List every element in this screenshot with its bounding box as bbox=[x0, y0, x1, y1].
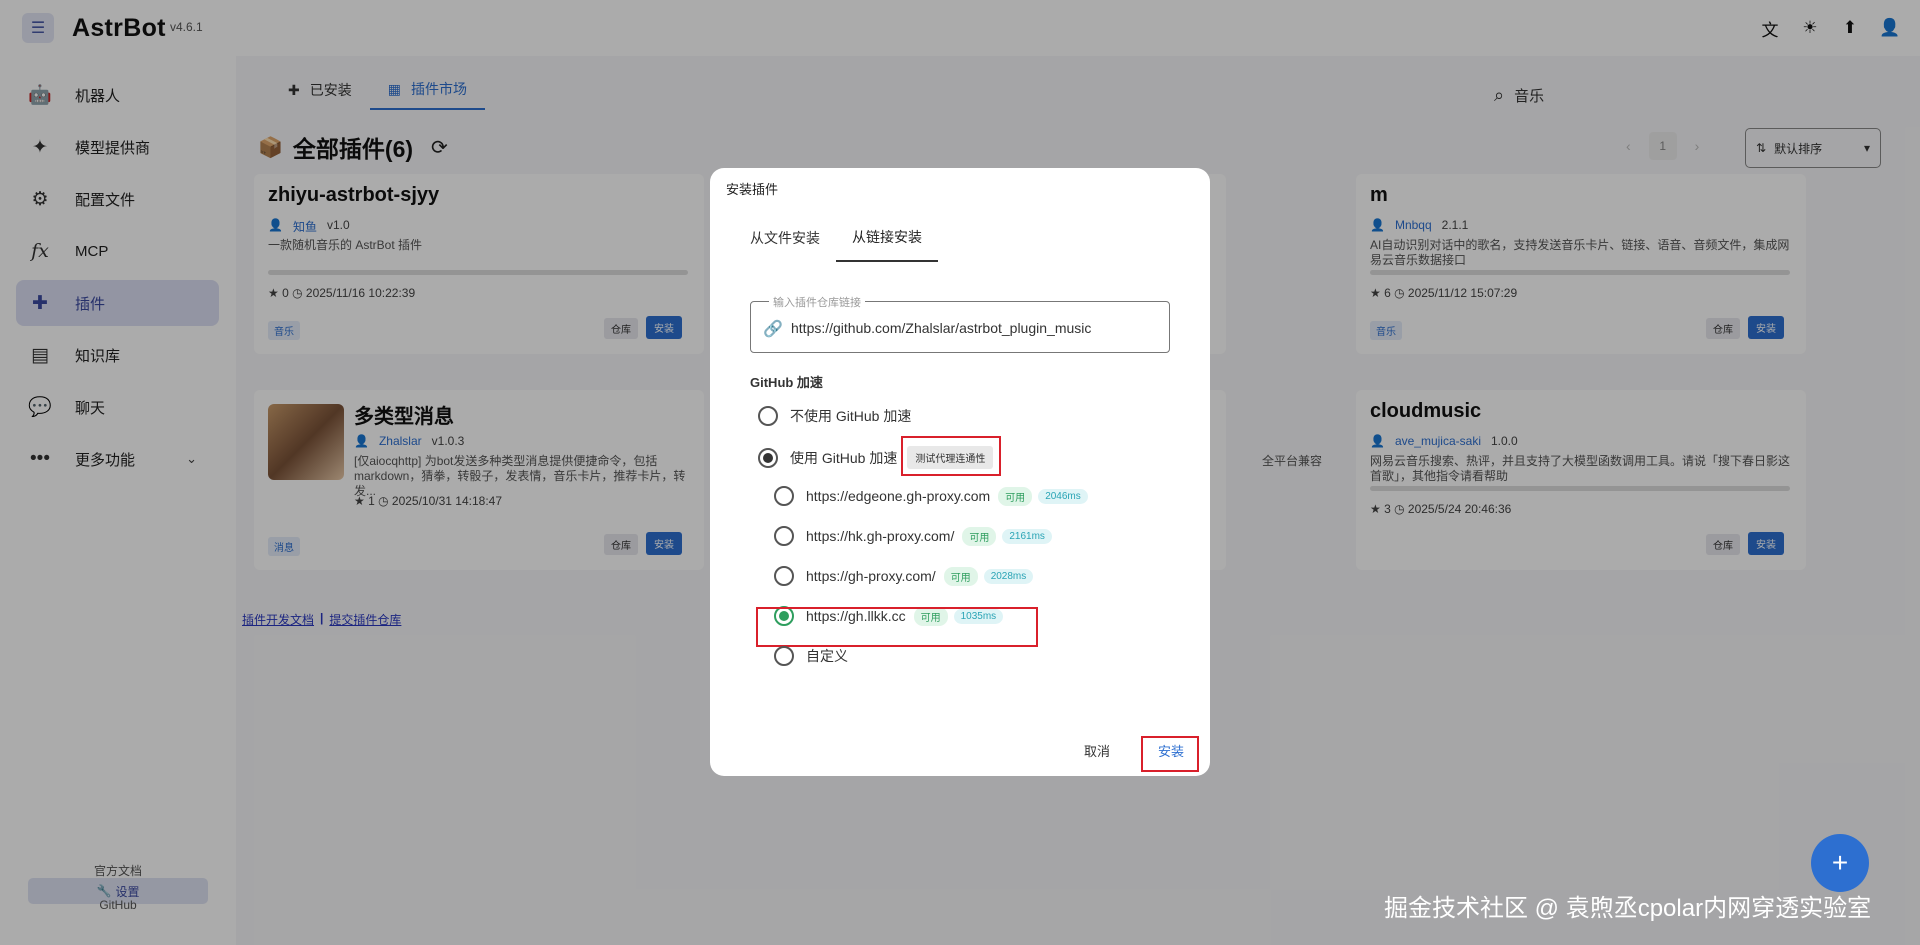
radio-circle[interactable] bbox=[758, 447, 778, 468]
radio-circle[interactable] bbox=[774, 566, 794, 586]
tab-from-link[interactable]: 从链接安装 bbox=[836, 214, 938, 262]
proxy-url: https://hk.gh-proxy.com/ bbox=[806, 528, 955, 544]
install-dialog: 安装插件 从文件安装 从链接安装 输入插件仓库链接 🔗 GitHub 加速 不使… bbox=[710, 168, 1210, 776]
radio-no-accel[interactable]: 不使用 GitHub 加速 bbox=[758, 406, 911, 426]
radio-proxy-option[interactable]: https://hk.gh-proxy.com/ 可用 2161ms bbox=[774, 526, 1052, 546]
highlight-box bbox=[756, 607, 1038, 647]
status-chip: 可用 bbox=[998, 486, 1033, 506]
proxy-url: https://gh-proxy.com/ bbox=[806, 568, 936, 584]
radio-circle[interactable] bbox=[758, 406, 778, 426]
status-chip: 可用 bbox=[943, 566, 978, 586]
github-accel-label: GitHub 加速 bbox=[750, 375, 823, 390]
dialog-title: 安装插件 bbox=[726, 182, 779, 197]
link-icon: 🔗 bbox=[763, 321, 783, 338]
radio-label: 使用 GitHub 加速 bbox=[790, 449, 898, 466]
radio-circle[interactable] bbox=[774, 486, 794, 506]
radio-label: 自定义 bbox=[806, 648, 848, 664]
dialog-tabs: 从文件安装 从链接安装 bbox=[734, 214, 938, 262]
add-fab-button[interactable]: + bbox=[1811, 834, 1869, 892]
radio-circle[interactable] bbox=[774, 526, 794, 546]
latency-chip: 2046ms bbox=[1038, 488, 1088, 504]
radio-custom[interactable]: 自定义 bbox=[774, 646, 848, 666]
radio-proxy-option[interactable]: https://edgeone.gh-proxy.com 可用 2046ms bbox=[774, 486, 1088, 506]
repo-url-label: 输入插件仓库链接 bbox=[769, 294, 865, 310]
highlight-box bbox=[1141, 736, 1199, 772]
app-root: ☰ AstrBot v4.6.1 文 ☀ ⬆ 👤 🤖 机器人 ✦ 模型提供商 ⚙ 配置… bbox=[0, 0, 1920, 945]
highlight-box bbox=[901, 436, 1001, 476]
latency-chip: 2161ms bbox=[1002, 528, 1052, 544]
watermark: 掘金技术社区 @ 袁煦丞cpolar内网穿透实验室 bbox=[1384, 895, 1872, 922]
repo-url-input[interactable] bbox=[791, 317, 1151, 339]
radio-proxy-option[interactable]: https://gh-proxy.com/ 可用 2028ms bbox=[774, 566, 1034, 586]
radio-label: 不使用 GitHub 加速 bbox=[790, 408, 912, 424]
tab-from-file[interactable]: 从文件安装 bbox=[734, 214, 836, 262]
radio-circle[interactable] bbox=[774, 646, 794, 666]
repo-url-field[interactable]: 输入插件仓库链接 🔗 bbox=[750, 294, 1170, 353]
cancel-button[interactable]: 取消 bbox=[1084, 741, 1110, 760]
status-chip: 可用 bbox=[962, 526, 997, 546]
proxy-url: https://edgeone.gh-proxy.com bbox=[806, 488, 991, 504]
latency-chip: 2028ms bbox=[983, 568, 1034, 584]
